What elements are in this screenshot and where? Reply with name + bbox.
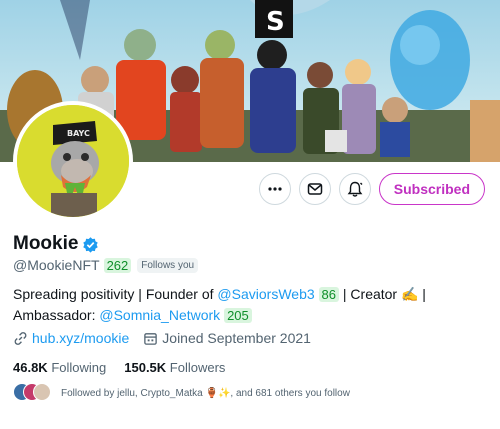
followers-count: 150.5K — [124, 360, 167, 375]
more-button[interactable] — [258, 173, 291, 205]
handle: @MookieNFT — [13, 257, 100, 273]
following-count: 46.8K — [13, 360, 48, 375]
followers-stat[interactable]: 150.5K Followers — [124, 360, 225, 375]
follower-avatars — [13, 383, 53, 403]
notifications-button[interactable] — [338, 173, 371, 205]
follow-stats: 46.8K Following 150.5K Followers — [13, 360, 225, 375]
mention-count-badge: 86 — [318, 287, 339, 302]
subscribed-button[interactable]: Subscribed — [378, 173, 485, 205]
joined-item: Joined September 2021 — [143, 330, 311, 346]
verified-badge-icon — [83, 236, 99, 253]
link-icon — [14, 331, 27, 345]
mention-link[interactable]: @SaviorsWeb3 — [217, 286, 314, 302]
handle-row: @MookieNFT 262 Follows you — [13, 257, 199, 273]
joined-date: Joined September 2021 — [162, 330, 311, 346]
profile-name-row: Mookie — [13, 233, 99, 255]
followed-by-row[interactable]: Followed by jellu, Crypto_Matka 🏺✨, and … — [13, 383, 350, 403]
website-item: hub.xyz/mookie — [13, 330, 129, 346]
profile-bio: Spreading positivity | Founder of @Savio… — [13, 284, 488, 326]
handle-count-badge: 262 — [103, 257, 132, 273]
mention-link[interactable]: @Somnia_Network — [99, 307, 220, 323]
bio-text: Spreading positivity | Founder of — [13, 286, 218, 302]
more-icon — [268, 187, 282, 191]
follower-avatar — [33, 383, 51, 401]
website-link[interactable]: hub.xyz/mookie — [32, 330, 129, 346]
bell-icon — [347, 181, 363, 197]
profile-meta: hub.xyz/mookie Joined September 2021 — [13, 330, 311, 346]
mention-count-badge: 205 — [224, 308, 252, 323]
svg-text:S: S — [266, 7, 285, 37]
profile-actions: Subscribed — [258, 173, 485, 205]
envelope-icon — [307, 183, 322, 195]
followers-label: Followers — [169, 360, 226, 375]
message-button[interactable] — [298, 173, 331, 205]
follows-you-badge: Follows you — [137, 257, 199, 273]
display-name: Mookie — [13, 233, 79, 254]
followed-by-text: Followed by jellu, Crypto_Matka 🏺✨, and … — [61, 387, 350, 399]
svg-text:BAYC: BAYC — [67, 129, 90, 138]
following-label: Following — [51, 360, 107, 375]
profile-avatar[interactable]: BAYC — [13, 101, 133, 221]
calendar-icon — [144, 332, 158, 345]
following-stat[interactable]: 46.8K Following — [13, 360, 106, 375]
